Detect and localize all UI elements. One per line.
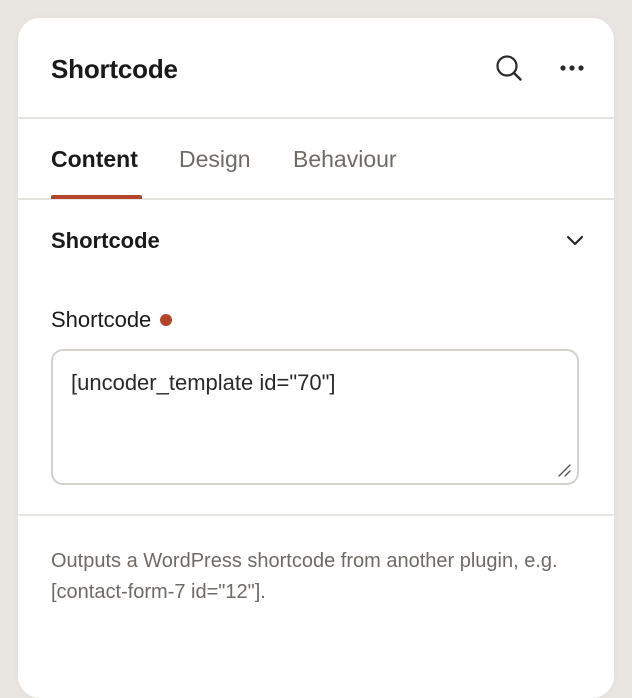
- shortcode-value: [uncoder_template id="70"]: [71, 370, 336, 395]
- more-horizontal-icon: [560, 65, 584, 71]
- active-tab-indicator: [51, 195, 142, 199]
- more-options-button[interactable]: [554, 50, 590, 86]
- section-toggle[interactable]: Shortcode: [18, 200, 614, 284]
- panel-header: Shortcode: [18, 18, 614, 119]
- search-button[interactable]: [491, 50, 527, 86]
- inspector-panel: Shortcode Content Design Behaviour Short…: [18, 18, 614, 698]
- panel-title: Shortcode: [51, 54, 178, 84]
- tab-bar: Content Design Behaviour: [18, 119, 614, 200]
- tab-behaviour[interactable]: Behaviour: [293, 146, 397, 173]
- shortcode-textarea[interactable]: [uncoder_template id="70"]: [51, 349, 579, 485]
- section-title: Shortcode: [51, 228, 160, 253]
- tab-content[interactable]: Content: [51, 146, 138, 173]
- chevron-down-icon: [566, 235, 584, 246]
- search-icon: [496, 55, 522, 81]
- shortcode-field-label: Shortcode: [51, 307, 173, 333]
- help-description: Outputs a WordPress shortcode from anoth…: [51, 550, 558, 603]
- field-label-text: Shortcode: [51, 307, 152, 332]
- resize-handle-icon[interactable]: [556, 462, 572, 478]
- shortcode-section: Shortcode Shortcode [uncoder_template id…: [18, 200, 614, 516]
- tab-design[interactable]: Design: [179, 146, 251, 173]
- required-indicator: [160, 314, 173, 326]
